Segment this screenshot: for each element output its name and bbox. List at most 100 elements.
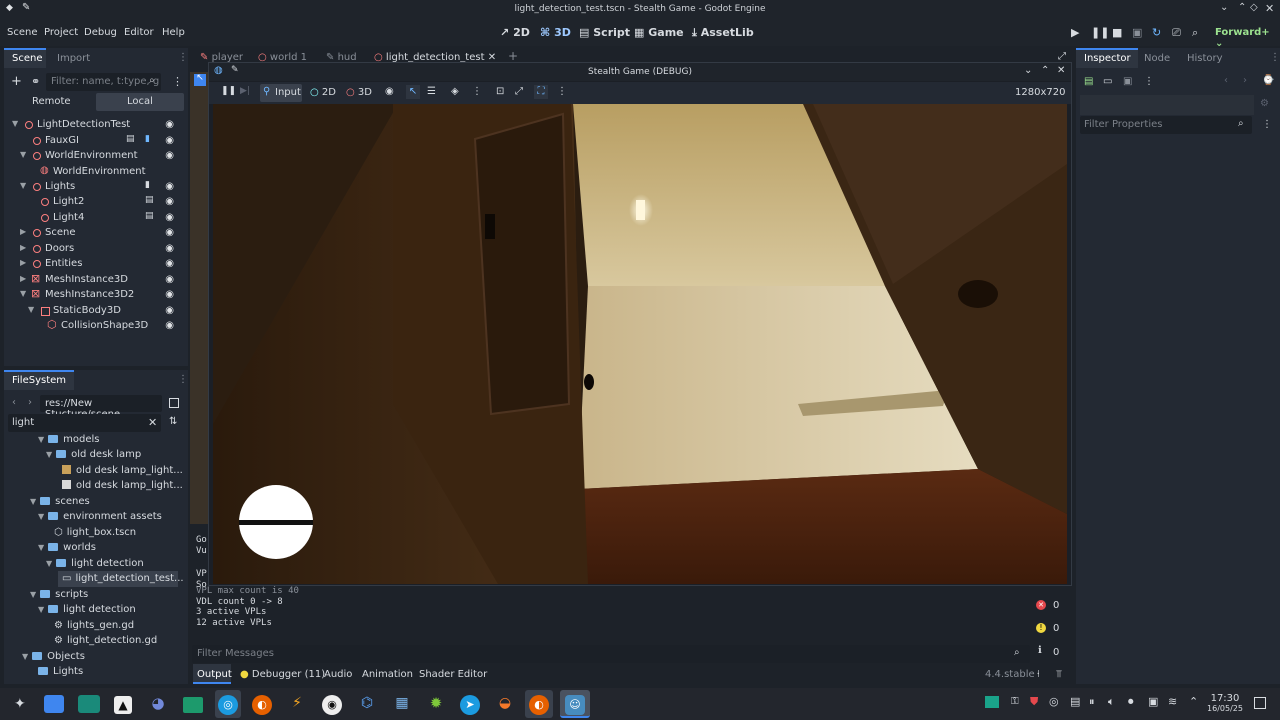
remote-debug-icon[interactable]: ▣ — [1132, 27, 1142, 38]
menu-scene[interactable]: Scene — [7, 27, 38, 38]
chevron-down-icon[interactable]: ▼ — [46, 451, 52, 459]
close-window-icon[interactable]: ✕ — [1265, 3, 1274, 14]
tab-scene[interactable]: Scene — [12, 53, 43, 64]
visibility-icon[interactable]: ◉ — [165, 258, 174, 269]
tree-row[interactable]: ▶ Scene ◉ — [4, 226, 186, 241]
list-item[interactable]: ▼ environment assets — [38, 511, 162, 526]
mode-3d-button[interactable]: ○ 3D — [346, 87, 372, 98]
tab-history[interactable]: History — [1187, 53, 1223, 64]
chevron-down-icon[interactable]: ▼ — [20, 181, 26, 190]
camera-icon[interactable]: ◈ — [451, 87, 459, 97]
chevron-right-icon[interactable]: ▶ — [20, 243, 26, 252]
script-attached-icon[interactable]: ▮ — [145, 135, 150, 144]
volume-icon[interactable]: 🔈︎ — [1108, 696, 1115, 707]
show-desktop-icon[interactable] — [1254, 697, 1266, 709]
path-field[interactable]: res://New Stucture/scene — [40, 395, 162, 420]
chevron-down-icon[interactable]: ▼ — [30, 591, 36, 599]
tray-app-icon[interactable] — [985, 696, 999, 708]
list-item[interactable]: old desk lamp_light... — [62, 465, 183, 480]
open-resource-icon[interactable]: ▭ — [1103, 77, 1112, 87]
tree-row[interactable]: ▼ ⊠ MeshInstance3D2 ◉ — [4, 288, 186, 303]
select-tool-icon[interactable]: ↖ — [406, 85, 420, 99]
filter-properties-input[interactable]: Filter Properties ⌕ — [1080, 116, 1252, 134]
tray-shop-icon[interactable]: ▣ — [1148, 696, 1158, 707]
dock-menu-icon[interactable]: ⋮ — [1270, 53, 1280, 63]
tree-row[interactable]: ▶ Entities ◉ — [4, 257, 186, 272]
list-item[interactable]: ▼ Objects — [22, 651, 85, 666]
tree-row[interactable]: FauxGI ▤ ▮ ◉ — [4, 134, 186, 149]
remote-button[interactable]: Remote — [32, 96, 71, 107]
tree-row[interactable]: ⬡ CollisionShape3D ◉ — [4, 319, 186, 334]
filter-messages-input[interactable]: Filter Messages ⌕ — [192, 645, 1030, 663]
minimize-icon[interactable]: ⌄ — [1024, 66, 1032, 76]
renderer-select[interactable]: Forward+ ⌄ — [1215, 27, 1280, 49]
blender-alt-icon[interactable]: ◒ — [495, 696, 515, 714]
tree-row[interactable]: ▼ WorldEnvironment ◉ — [4, 149, 186, 164]
clock[interactable]: 17:30 16/05/25 — [1200, 693, 1250, 713]
more-options-icon[interactable]: ⋮ — [557, 87, 567, 97]
restore-icon[interactable]: ◇ — [1250, 3, 1258, 13]
list-item[interactable]: ⚙ light_detection.gd — [54, 635, 157, 650]
tab-inspector[interactable]: Inspector — [1084, 53, 1131, 64]
list-item[interactable]: ▼ light detection — [38, 604, 136, 619]
play-icon[interactable]: ▶ — [1071, 27, 1079, 38]
new-resource-icon[interactable]: ▤ — [1084, 77, 1093, 87]
pause-icon[interactable]: ❚❚ — [221, 87, 236, 96]
stop-icon[interactable]: ■ — [1112, 27, 1122, 38]
tray-shield-icon[interactable]: ⛊ — [1030, 696, 1038, 707]
object-settings-icon[interactable]: ⚙ — [1260, 99, 1269, 109]
list-item[interactable]: ⚙ lights_gen.gd — [54, 620, 134, 635]
close-window-icon[interactable]: ✕ — [1057, 66, 1065, 76]
chevron-down-icon[interactable]: ▼ — [38, 436, 44, 444]
pause-icon[interactable]: ❚❚ — [1091, 27, 1109, 38]
chevron-right-icon[interactable]: ▶ — [20, 258, 26, 267]
mic-icon[interactable]: ⏺ — [1128, 696, 1134, 707]
mode-2d-button[interactable]: ○ 2D — [310, 87, 336, 98]
tab-filesystem[interactable]: FileSystem — [12, 375, 66, 386]
chevron-up-icon[interactable]: ⌃ — [1189, 696, 1198, 707]
visibility-icon[interactable]: ◉ — [165, 181, 174, 192]
tree-row[interactable]: ▶ ⊠ MeshInstance3D ◉ — [4, 273, 186, 288]
firefox-icon[interactable]: ◐ — [252, 695, 272, 715]
list-item[interactable]: ▼ scenes — [30, 496, 90, 511]
clapperboard-icon[interactable]: ▤ — [145, 212, 154, 221]
update-spinner-icon[interactable]: ⍿ — [1037, 670, 1040, 680]
terminal-icon[interactable] — [183, 697, 203, 713]
wifi-icon[interactable]: ≋ — [1168, 696, 1177, 707]
tree-row[interactable]: ◍ WorldEnvironment — [4, 165, 186, 180]
object-history-icon[interactable]: ⌚ — [1262, 76, 1274, 86]
back-icon[interactable]: ‹ — [12, 398, 16, 408]
visibility-icon[interactable]: ◉ — [165, 196, 174, 207]
visibility-icon[interactable]: ◉ — [165, 274, 174, 285]
distraction-free-icon[interactable]: ⤢ — [1058, 52, 1066, 62]
dock-menu-icon[interactable]: ⋮ — [178, 375, 188, 385]
menu-debug[interactable]: Debug — [84, 27, 117, 38]
system-monitor-icon[interactable] — [78, 695, 100, 713]
local-button[interactable]: Local — [96, 93, 184, 111]
krita-icon[interactable]: ▦ — [392, 696, 412, 714]
sort-icon[interactable]: ⇅ — [169, 417, 177, 427]
list-item[interactable]: ▭ light_detection_test... — [62, 573, 184, 588]
workspace-assetlib[interactable]: ⤓ AssetLib — [692, 26, 754, 39]
chevron-down-icon[interactable]: ▼ — [12, 119, 18, 128]
forward-icon[interactable]: › — [28, 398, 32, 408]
tab-audio[interactable]: Audio — [324, 669, 352, 680]
tree-row[interactable]: ▼ LightDetectionTest ◉ — [4, 118, 186, 133]
maximize-icon[interactable]: ⌃ — [1238, 3, 1246, 13]
tab-animation[interactable]: Animation — [362, 669, 413, 680]
add-node-icon[interactable]: + — [11, 75, 22, 88]
file-search-input[interactable]: light — [8, 414, 161, 432]
maximize-icon[interactable]: ⌃ — [1041, 66, 1049, 76]
list-item[interactable]: ▼ scripts — [30, 589, 88, 604]
inkscape-icon[interactable]: ▲ — [114, 696, 132, 714]
menu-project[interactable]: Project — [44, 27, 78, 38]
visibility-icon[interactable]: ◉ — [165, 135, 174, 146]
clear-search-icon[interactable]: ✕ — [148, 417, 157, 428]
visibility-icon[interactable]: ◉ — [165, 320, 174, 331]
tab-shader-editor[interactable]: Shader Editor — [419, 669, 487, 680]
add-tab-icon[interactable]: + — [508, 50, 518, 62]
menu-editor[interactable]: Editor — [124, 27, 154, 38]
tree-row[interactable]: Light2 ▤ ◉ — [4, 195, 186, 210]
workspace-3d[interactable]: ⌘ 3D — [540, 26, 571, 39]
messenger-icon[interactable]: ➤ — [460, 695, 480, 715]
